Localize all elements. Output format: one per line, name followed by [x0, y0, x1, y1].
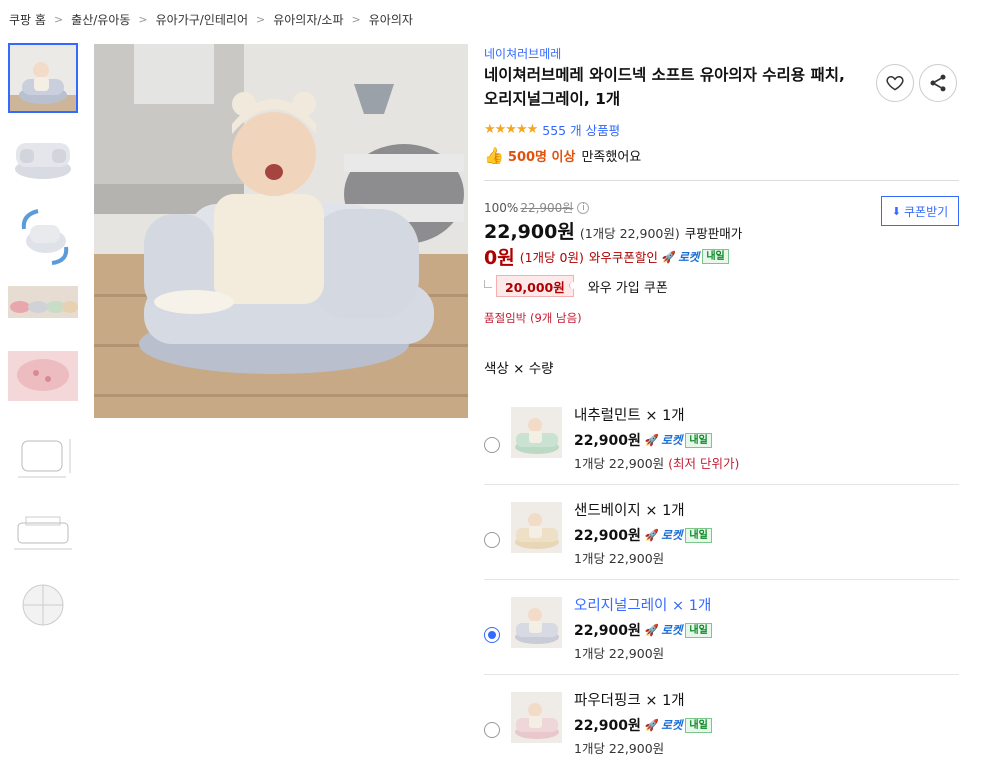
wow-price-row: 0원 (1개당 0원) 와우쿠폰할인 🚀 로켓 내일	[484, 243, 729, 270]
option-name: 오리지널그레이 × 1개	[574, 598, 712, 614]
share-icon	[930, 74, 946, 92]
satisfaction-text: 만족했어요	[581, 150, 642, 165]
tree-corner	[484, 280, 492, 288]
sale-price-row: 22,900원 (1개당 22,900원) 쿠팡판매가	[484, 217, 742, 244]
rocket-delivery-badge: 🚀 로켓 내일	[645, 432, 712, 448]
chevron-right-icon: >	[256, 13, 266, 26]
breadcrumb: 쿠팡 홈 > 출산/유아동 > 유아가구/인테리어 > 유아의자/소파 > 유아…	[9, 11, 413, 28]
chevron-right-icon: >	[138, 13, 148, 26]
option-radio[interactable]	[484, 722, 500, 738]
product-title: 네이쳐러브메레 와이드넥 소프트 유아의자 수리용 패치, 오리지널그레이, 1…	[484, 66, 845, 108]
option-radio-checked[interactable]	[484, 627, 500, 643]
option-price-row: 22,900원 🚀 로켓 내일	[574, 715, 712, 735]
thumbnail-pink-closeup[interactable]	[8, 343, 78, 413]
satisfaction-count: 500명 이상	[507, 150, 576, 165]
divider	[484, 180, 959, 181]
coupon-amount-chip: 20,000원	[496, 275, 577, 297]
option-price-row: 22,900원 🚀 로켓 내일	[574, 620, 712, 640]
rocket-label: 로켓	[678, 249, 700, 264]
chevron-right-icon: >	[351, 13, 361, 26]
coupon-download-button[interactable]: ⬇ 쿠폰받기	[881, 196, 959, 226]
thumbnail-seat-rotation[interactable]	[8, 199, 78, 269]
divider	[484, 484, 959, 485]
rocket-delivery-badge: 🚀 로켓 내일	[645, 527, 712, 543]
share-button[interactable]	[919, 64, 957, 102]
sale-unit-price: (1개당 22,900원)	[579, 226, 680, 241]
heart-icon	[886, 75, 904, 91]
option-unit-price: 1개당 22,900원 (최저 단위가)	[574, 456, 740, 471]
rating-summary: ★★★★★ 555 개 상품평	[484, 120, 620, 139]
option-price: 22,900원	[574, 718, 641, 734]
delivery-tomorrow-badge: 내일	[702, 249, 729, 264]
option-price: 22,900원	[574, 623, 641, 639]
option-thumbnail	[511, 692, 562, 743]
satisfaction-badge: 👍 500명 이상 만족했어요	[484, 146, 641, 165]
thumbnail-dimension-diagram-3[interactable]	[8, 577, 78, 647]
wow-unit-price: (1개당 0원)	[519, 250, 584, 265]
thumbs-up-icon: 👍	[484, 146, 504, 165]
star-rating-icon: ★★★★★	[484, 122, 538, 137]
wow-label: 와우쿠폰할인	[588, 250, 658, 265]
option-unit-price: 1개당 22,900원	[574, 646, 665, 661]
option-price: 22,900원	[574, 528, 641, 544]
thumbnail-baby-seat-photo[interactable]	[8, 43, 78, 113]
option-heading: 색상 × 수량	[484, 361, 554, 377]
rocket-delivery-badge: 🚀 로켓 내일	[645, 622, 712, 638]
thumbnail-seat-lineup[interactable]	[8, 277, 78, 347]
option-name: 샌드베이지 × 1개	[574, 503, 685, 519]
discount-rate: 100%	[484, 200, 519, 215]
original-price-row: 100% 22,900원 i	[484, 199, 590, 216]
coupon-row: 20,000원 와우 가입 쿠폰	[484, 275, 668, 297]
coupon-download-label: 쿠폰받기	[904, 204, 949, 219]
rocket-delivery-badge: 🚀 로켓 내일	[645, 717, 712, 733]
rocket-icon: 🚀	[644, 623, 660, 637]
coupon-label: 와우 가입 쿠폰	[587, 280, 668, 296]
rocket-icon: 🚀	[644, 433, 660, 447]
info-icon[interactable]: i	[577, 201, 590, 214]
wishlist-button[interactable]	[876, 64, 914, 102]
main-product-image[interactable]	[94, 44, 468, 418]
breadcrumb-item[interactable]: 유아가구/인테리어	[156, 11, 248, 28]
thumbnail-dimension-diagram-2[interactable]	[8, 499, 78, 569]
divider	[484, 674, 959, 675]
thumbnail-dimension-diagram-1[interactable]	[8, 421, 78, 491]
option-name: 내추럴민트 × 1개	[574, 408, 685, 424]
review-count-link[interactable]: 555 개 상품평	[542, 120, 620, 139]
option-price-row: 22,900원 🚀 로켓 내일	[574, 525, 712, 545]
option-thumbnail	[511, 407, 562, 458]
breadcrumb-item[interactable]: 출산/유아동	[71, 11, 130, 28]
rocket-icon: 🚀	[661, 249, 677, 264]
chevron-right-icon: >	[53, 13, 64, 26]
divider	[484, 579, 959, 580]
thumbnail-seat-shape[interactable]	[8, 121, 78, 191]
rocket-icon: 🚀	[644, 718, 660, 732]
stock-warning: 품절임박 (9개 남음)	[484, 311, 582, 325]
brand-link[interactable]: 네이쳐러브메레	[484, 45, 561, 62]
rocket-icon: 🚀	[644, 528, 660, 542]
option-item[interactable]: 파우더핑크 × 1개 22,900원 🚀 로켓 내일 1개당 22,900원	[484, 689, 959, 776]
option-price-row: 22,900원 🚀 로켓 내일	[574, 430, 712, 450]
sale-price: 22,900원	[484, 221, 575, 243]
option-radio[interactable]	[484, 437, 500, 453]
option-radio[interactable]	[484, 532, 500, 548]
option-thumbnail	[511, 502, 562, 553]
rocket-delivery-badge: 🚀 로켓 내일	[662, 249, 729, 265]
wow-price: 0원	[484, 247, 515, 269]
option-name: 파우더핑크 × 1개	[574, 693, 685, 709]
option-price: 22,900원	[574, 433, 641, 449]
option-unit-price: 1개당 22,900원	[574, 551, 665, 566]
breadcrumb-home[interactable]: 쿠팡 홈	[9, 11, 46, 28]
option-unit-price: 1개당 22,900원	[574, 741, 665, 756]
sale-label: 쿠팡판매가	[684, 226, 743, 241]
breadcrumb-item[interactable]: 유아의자/소파	[273, 11, 343, 28]
download-icon: ⬇	[891, 204, 902, 218]
option-thumbnail	[511, 597, 562, 648]
breadcrumb-item[interactable]: 유아의자	[369, 11, 413, 28]
original-price: 22,900원	[520, 201, 574, 215]
